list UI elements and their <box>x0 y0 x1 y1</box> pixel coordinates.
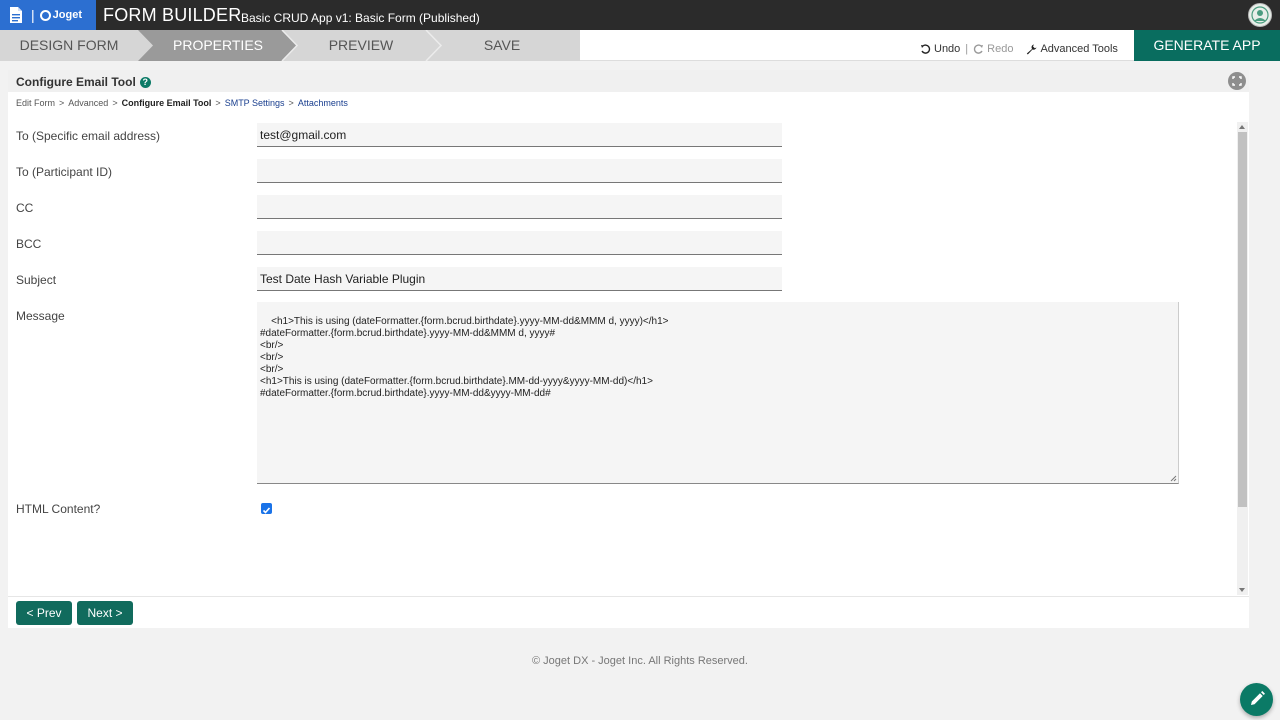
breadcrumb-configure-email-tool: Configure Email Tool <box>121 98 212 108</box>
subject-field[interactable] <box>257 267 782 291</box>
pencil-icon <box>1251 691 1265 705</box>
panel-title-group: Configure Email Tool ? <box>16 75 151 89</box>
generate-app-button[interactable]: GENERATE APP <box>1134 30 1280 61</box>
html-content-label: HTML Content? <box>16 502 101 516</box>
breadcrumb-separator: > <box>59 98 65 108</box>
scroll-down-icon[interactable] <box>1239 588 1245 592</box>
joget-logo-icon <box>39 9 51 21</box>
undo-icon[interactable] <box>920 43 931 55</box>
checkmark-icon <box>262 507 271 514</box>
advanced-tools-label: Advanced Tools <box>1040 43 1118 55</box>
document-icon <box>10 7 22 23</box>
redo-button[interactable]: Redo <box>987 43 1013 55</box>
message-text: <h1>This is using (dateFormatter.{form.b… <box>260 316 669 399</box>
breadcrumb-attachments[interactable]: Attachments <box>298 98 348 108</box>
panel-scrollbar[interactable] <box>1237 122 1248 595</box>
breadcrumb-advanced[interactable]: Advanced <box>68 98 108 108</box>
tab-properties[interactable]: PROPERTIES <box>148 30 288 61</box>
panel-header: Configure Email Tool ? <box>8 70 1249 92</box>
tab-save[interactable]: SAVE <box>436 30 568 61</box>
top-bar: | Joget FORM BUILDER Basic CRUD App v1: … <box>0 0 1280 30</box>
logo-separator: | <box>31 7 35 23</box>
properties-panel: Configure Email Tool ? Edit Form > Advan… <box>8 70 1249 628</box>
undo-redo-separator: | <box>965 43 969 55</box>
advanced-tools-button[interactable]: Advanced Tools <box>1026 43 1118 55</box>
undo-button[interactable]: Undo <box>934 43 960 55</box>
brand-name: Joget <box>52 9 82 21</box>
to-participant-label: To (Participant ID) <box>16 165 113 179</box>
redo-icon[interactable] <box>973 43 984 55</box>
breadcrumb-separator: > <box>288 98 294 108</box>
breadcrumb: Edit Form > Advanced > Configure Email T… <box>16 98 348 108</box>
breadcrumb-separator: > <box>215 98 221 108</box>
wrench-icon <box>1027 44 1037 54</box>
joget-logo: Joget <box>39 9 82 21</box>
footer-text: © Joget DX - Joget Inc. All Rights Reser… <box>532 655 748 667</box>
edit-fab-button[interactable] <box>1240 683 1273 716</box>
tab-preview[interactable]: PREVIEW <box>292 30 430 61</box>
scroll-up-icon[interactable] <box>1239 125 1245 129</box>
message-textarea[interactable]: <h1>This is using (dateFormatter.{form.b… <box>257 302 1179 484</box>
tab-design-form[interactable]: DESIGN FORM <box>0 30 138 61</box>
app-logo-area[interactable]: | Joget <box>0 0 96 30</box>
breadcrumb-edit-form[interactable]: Edit Form <box>16 98 55 108</box>
cc-field[interactable] <box>257 195 782 219</box>
to-participant-field[interactable] <box>257 159 782 183</box>
breadcrumb-separator: > <box>112 98 118 108</box>
panel-title: Configure Email Tool <box>16 75 136 89</box>
subject-label: Subject <box>16 273 57 287</box>
builder-nav: DESIGN FORM PROPERTIES PREVIEW SAVE Undo… <box>0 30 1280 61</box>
bcc-label: BCC <box>16 237 42 251</box>
footer-area <box>0 638 1280 720</box>
breadcrumb-smtp-settings[interactable]: SMTP Settings <box>225 98 285 108</box>
history-tools: Undo | Redo Advanced Tools <box>920 43 1118 55</box>
to-email-label: To (Specific email address) <box>16 129 161 143</box>
next-button[interactable]: Next > <box>77 601 133 625</box>
help-icon[interactable]: ? <box>139 76 151 88</box>
bcc-field[interactable] <box>257 231 782 255</box>
expand-icon[interactable] <box>1228 72 1246 90</box>
message-label: Message <box>16 309 65 323</box>
user-avatar-icon[interactable] <box>1248 3 1272 27</box>
page-title: FORM BUILDER <box>103 5 242 25</box>
divider <box>8 596 1249 597</box>
scroll-thumb[interactable] <box>1238 132 1247 507</box>
page-subtitle: Basic CRUD App v1: Basic Form (Published… <box>241 11 480 25</box>
resize-grip-icon[interactable] <box>1170 475 1177 482</box>
builder-steps: DESIGN FORM PROPERTIES PREVIEW SAVE <box>0 30 580 61</box>
cc-label: CC <box>16 201 34 215</box>
html-content-checkbox[interactable] <box>261 503 272 514</box>
prev-button[interactable]: < Prev <box>16 601 72 625</box>
to-email-field[interactable] <box>257 123 782 147</box>
